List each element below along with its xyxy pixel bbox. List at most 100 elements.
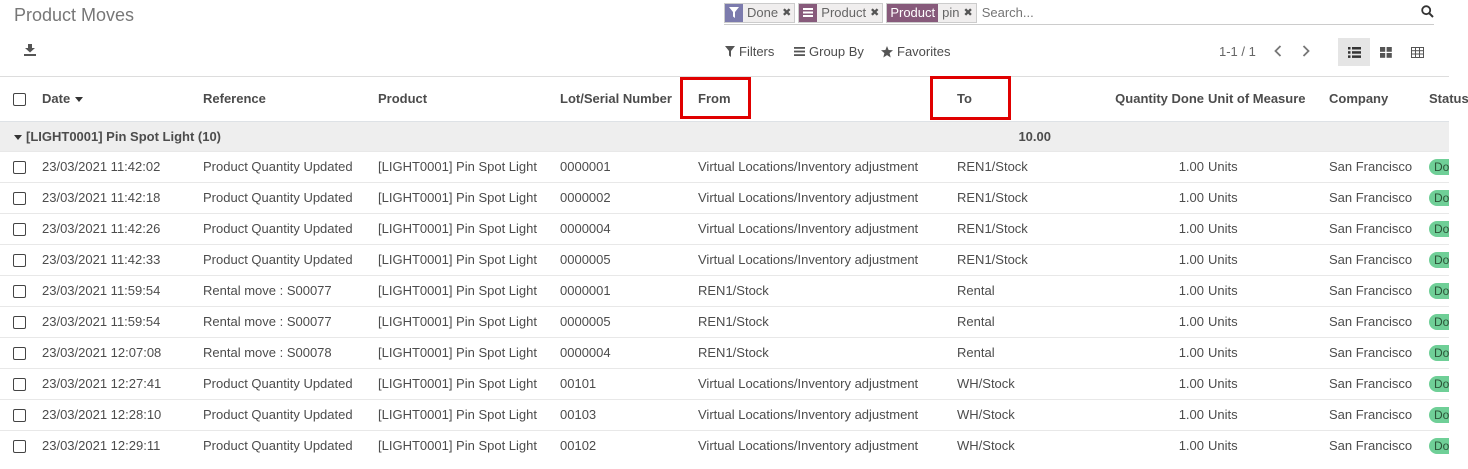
column-status[interactable]: Status: [1429, 77, 1468, 122]
row-product[interactable]: [LIGHT0001] Pin Spot Light: [378, 212, 560, 244]
row-company[interactable]: San Francisco: [1329, 398, 1429, 430]
row-quantity[interactable]: 1.00: [1055, 150, 1208, 182]
row-lot[interactable]: 00103: [560, 398, 698, 430]
row-from[interactable]: REN1/Stock: [698, 274, 957, 306]
row-product[interactable]: [LIGHT0001] Pin Spot Light: [378, 336, 560, 368]
row-lot[interactable]: 0000004: [560, 336, 698, 368]
row-product[interactable]: [LIGHT0001] Pin Spot Light: [378, 305, 560, 337]
column-reference[interactable]: Reference: [203, 77, 378, 122]
row-product[interactable]: [LIGHT0001] Pin Spot Light: [378, 274, 560, 306]
row-company[interactable]: San Francisco: [1329, 181, 1429, 213]
row-uom[interactable]: Units: [1208, 181, 1329, 213]
close-icon[interactable]: ✖: [782, 4, 794, 22]
row-uom[interactable]: Units: [1208, 305, 1329, 337]
row-reference[interactable]: Rental move : S00077: [203, 305, 378, 337]
row-date[interactable]: 23/03/2021 12:07:08: [42, 336, 203, 368]
table-row[interactable]: 23/03/2021 12:28:10 Product Quantity Upda…: [0, 398, 1449, 430]
row-select-cell[interactable]: [0, 150, 42, 182]
row-product[interactable]: [LIGHT0001] Pin Spot Light: [378, 398, 560, 430]
column-company[interactable]: Company: [1329, 77, 1429, 122]
row-from[interactable]: Virtual Locations/Inventory adjustment: [698, 398, 957, 430]
row-product[interactable]: [LIGHT0001] Pin Spot Light: [378, 181, 560, 213]
row-to[interactable]: WH/Stock: [957, 367, 1055, 399]
row-quantity[interactable]: 1.00: [1055, 367, 1208, 399]
row-date[interactable]: 23/03/2021 11:59:54: [42, 274, 203, 306]
table-row[interactable]: 23/03/2021 11:42:33 Product Quantity Upda…: [0, 243, 1449, 275]
select-all-checkbox[interactable]: [13, 93, 26, 107]
row-quantity[interactable]: 1.00: [1055, 181, 1208, 213]
row-date[interactable]: 23/03/2021 11:59:54: [42, 305, 203, 337]
group-by-facet[interactable]: Product ✖: [798, 2, 884, 23]
row-reference[interactable]: Product Quantity Updated: [203, 398, 378, 430]
row-date[interactable]: 23/03/2021 11:42:33: [42, 243, 203, 275]
row-lot[interactable]: 0000002: [560, 181, 698, 213]
row-company[interactable]: San Francisco: [1329, 305, 1429, 337]
row-company[interactable]: San Francisco: [1329, 243, 1429, 275]
row-from[interactable]: Virtual Locations/Inventory adjustment: [698, 150, 957, 182]
row-uom[interactable]: Units: [1208, 367, 1329, 399]
row-quantity[interactable]: 1.00: [1055, 336, 1208, 368]
table-row[interactable]: 23/03/2021 11:42:02 Product Quantity Upda…: [0, 150, 1449, 182]
list-view-button[interactable]: [1338, 38, 1370, 66]
row-checkbox[interactable]: [13, 254, 26, 268]
row-from[interactable]: Virtual Locations/Inventory adjustment: [698, 212, 957, 244]
row-checkbox[interactable]: [13, 161, 26, 175]
row-lot[interactable]: 0000004: [560, 212, 698, 244]
row-select-cell[interactable]: [0, 336, 42, 368]
row-reference[interactable]: Rental move : S00077: [203, 274, 378, 306]
group-header[interactable]: [LIGHT0001] Pin Spot Light (10): [0, 120, 957, 151]
row-select-cell[interactable]: [0, 243, 42, 275]
row-from[interactable]: REN1/Stock: [698, 305, 957, 337]
group-row[interactable]: [LIGHT0001] Pin Spot Light (10) 10.00: [0, 120, 1449, 151]
row-product[interactable]: [LIGHT0001] Pin Spot Light: [378, 243, 560, 275]
table-row[interactable]: 23/03/2021 12:29:11 Product Quantity Upda…: [0, 429, 1449, 461]
row-lot[interactable]: 0000001: [560, 274, 698, 306]
row-select-cell[interactable]: [0, 305, 42, 337]
row-lot[interactable]: 0000005: [560, 243, 698, 275]
row-select-cell[interactable]: [0, 398, 42, 430]
row-lot[interactable]: 00101: [560, 367, 698, 399]
row-quantity[interactable]: 1.00: [1055, 398, 1208, 430]
row-company[interactable]: San Francisco: [1329, 367, 1429, 399]
row-date[interactable]: 23/03/2021 11:42:02: [42, 150, 203, 182]
pivot-view-button[interactable]: [1401, 38, 1433, 66]
select-all-cell[interactable]: [0, 77, 42, 122]
row-from[interactable]: REN1/Stock: [698, 336, 957, 368]
row-date[interactable]: 23/03/2021 12:29:11: [42, 429, 203, 461]
row-uom[interactable]: Units: [1208, 429, 1329, 461]
row-company[interactable]: San Francisco: [1329, 150, 1429, 182]
table-row[interactable]: 23/03/2021 11:42:26 Product Quantity Upda…: [0, 212, 1449, 244]
row-checkbox[interactable]: [13, 378, 26, 392]
table-row[interactable]: 23/03/2021 12:27:41 Product Quantity Upda…: [0, 367, 1449, 399]
row-company[interactable]: San Francisco: [1329, 212, 1429, 244]
row-product[interactable]: [LIGHT0001] Pin Spot Light: [378, 150, 560, 182]
kanban-view-button[interactable]: [1370, 38, 1402, 66]
row-to[interactable]: WH/Stock: [957, 429, 1055, 461]
row-uom[interactable]: Units: [1208, 212, 1329, 244]
row-to[interactable]: Rental: [957, 305, 1055, 337]
row-reference[interactable]: Product Quantity Updated: [203, 181, 378, 213]
row-company[interactable]: San Francisco: [1329, 274, 1429, 306]
row-quantity[interactable]: 1.00: [1055, 429, 1208, 461]
row-to[interactable]: REN1/Stock: [957, 150, 1055, 182]
pager-value[interactable]: 1-1 / 1: [1219, 44, 1256, 59]
row-from[interactable]: Virtual Locations/Inventory adjustment: [698, 181, 957, 213]
row-lot[interactable]: 0000005: [560, 305, 698, 337]
row-date[interactable]: 23/03/2021 11:42:18: [42, 181, 203, 213]
row-select-cell[interactable]: [0, 181, 42, 213]
row-date[interactable]: 23/03/2021 11:42:26: [42, 212, 203, 244]
row-to[interactable]: REN1/Stock: [957, 181, 1055, 213]
download-button[interactable]: [24, 44, 36, 59]
table-row[interactable]: 23/03/2021 11:59:54 Rental move : S00077[…: [0, 274, 1449, 306]
row-reference[interactable]: Product Quantity Updated: [203, 212, 378, 244]
search-icon[interactable]: [1421, 5, 1434, 21]
row-product[interactable]: [LIGHT0001] Pin Spot Light: [378, 429, 560, 461]
column-lot[interactable]: Lot/Serial Number: [560, 77, 698, 122]
table-row[interactable]: 23/03/2021 11:59:54 Rental move : S00077[…: [0, 305, 1449, 337]
search-bar[interactable]: Done ✖ Product ✖ Product pin ✖: [724, 1, 1434, 25]
row-date[interactable]: 23/03/2021 12:27:41: [42, 367, 203, 399]
row-reference[interactable]: Product Quantity Updated: [203, 243, 378, 275]
row-quantity[interactable]: 1.00: [1055, 305, 1208, 337]
row-company[interactable]: San Francisco: [1329, 429, 1429, 461]
row-select-cell[interactable]: [0, 429, 42, 461]
